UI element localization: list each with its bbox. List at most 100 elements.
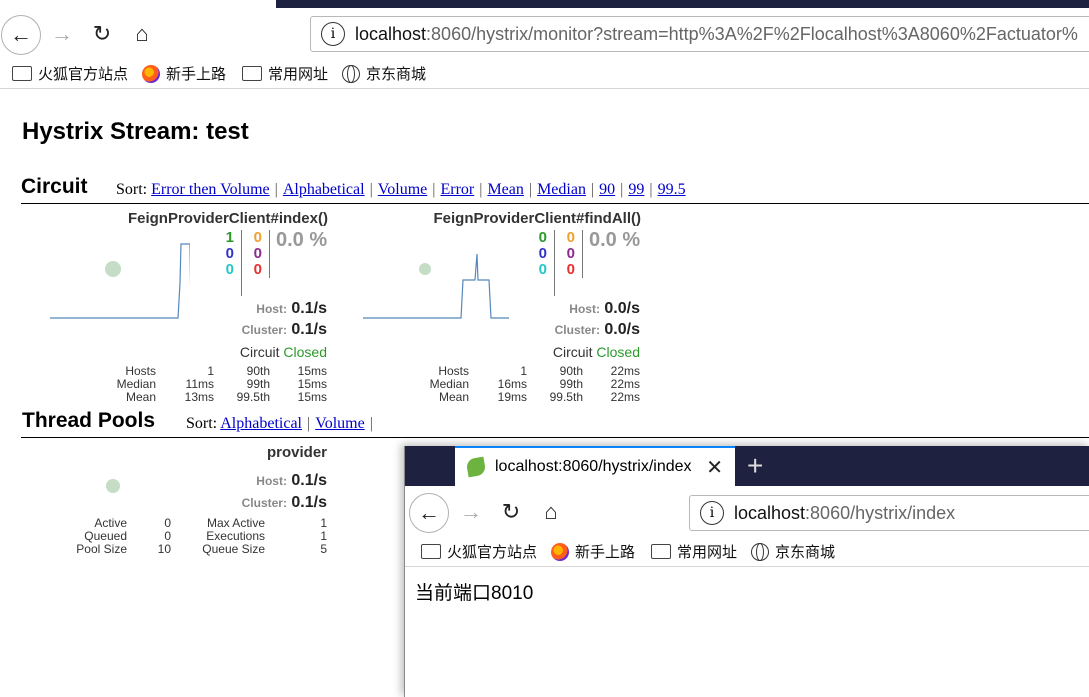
bookmark-common-sites[interactable]: 常用网址: [242, 63, 328, 84]
sort-error[interactable]: Error: [440, 181, 474, 198]
bad-request-count: 0: [538, 261, 547, 278]
reload-icon: ↻: [92, 21, 112, 46]
folder-icon: [12, 66, 32, 81]
threadpool-heading: Thread Pools: [22, 409, 156, 432]
site-info-icon[interactable]: i: [700, 501, 724, 525]
circuit-name: FeignProviderClient#index(): [127, 210, 328, 227]
sort-99-5[interactable]: 99.5: [658, 181, 686, 198]
forward-arrow-icon: →: [51, 21, 73, 46]
forward-arrow-icon: →: [460, 499, 482, 524]
url-bar[interactable]: i localhost:8060/hystrix/monitor?stream=…: [310, 16, 1089, 52]
sort-99[interactable]: 99: [628, 181, 644, 198]
success-count: 0: [538, 229, 547, 246]
tp-host-rate-row: Host: 0.1/s: [256, 472, 327, 489]
threadpool-card-provider: provider Host: 0.1/s Cluster: 0.1/s Acti…: [0, 442, 340, 562]
home-button[interactable]: ⌂: [124, 16, 160, 52]
cluster-rate-row: Cluster: 0.0/s: [554, 321, 640, 338]
bookmark-firefox-site-2[interactable]: 火狐官方站点: [421, 541, 537, 562]
circuit-card-findall: FeignProviderClient#findAll() 0 0 0 0 0 …: [313, 208, 653, 408]
tab-title: localhost:8060/hystrix/index: [495, 458, 692, 475]
firefox-icon: [142, 64, 160, 83]
stats-labels-right: 90th 99th 99.5th: [236, 364, 270, 404]
sort-90[interactable]: 90: [599, 181, 615, 198]
globe-icon: [751, 542, 769, 561]
sort-median[interactable]: Median: [537, 181, 586, 198]
circuit-name: FeignProviderClient#findAll(): [433, 210, 641, 227]
host-rate-row: Host: 0.1/s: [256, 300, 327, 317]
tp-stats-values-left: 0 0 10: [157, 516, 171, 556]
bookmark-getting-started-2[interactable]: 新手上路: [551, 541, 635, 562]
threadpool-health-indicator: [106, 479, 120, 493]
bookmark-firefox-site[interactable]: 火狐官方站点: [12, 63, 128, 84]
circuit-status: Circuit Closed: [552, 344, 640, 360]
rejected-count: 0: [566, 245, 575, 262]
threadpool-name: provider: [266, 444, 327, 461]
tp-stats-labels-right: Max Active Executions Queue Size: [202, 516, 265, 556]
rejected-count: 0: [253, 245, 262, 262]
home-icon: ⌂: [544, 499, 558, 524]
success-count: 1: [225, 229, 234, 246]
cluster-rate-row: Cluster: 0.1/s: [241, 321, 327, 338]
failure-count: 0: [253, 261, 262, 278]
threadpool-sort-bar: Sort: Alphabetical | Volume |: [186, 415, 373, 432]
circuit-state: Closed: [596, 344, 640, 360]
firefox-icon: [551, 542, 569, 561]
timeout-count: 0: [566, 229, 575, 246]
forward-button[interactable]: →: [44, 16, 80, 52]
cluster-rate: 0.0/s: [604, 321, 640, 338]
circuit-status: Circuit Closed: [239, 344, 327, 360]
plus-icon: +: [747, 450, 764, 481]
home-icon: ⌂: [135, 21, 149, 46]
folder-icon: [651, 544, 671, 559]
short-circuited-count: 0: [225, 245, 234, 262]
tp-sort-volume[interactable]: Volume: [315, 415, 364, 432]
error-percentage: 0.0 %: [589, 229, 641, 251]
url-bar-2[interactable]: i localhost:8060/hystrix/index: [689, 495, 1089, 531]
tp-cluster-rate-row: Cluster: 0.1/s: [241, 494, 327, 511]
tp-sort-alphabetical[interactable]: Alphabetical: [220, 415, 302, 432]
folder-icon: [242, 66, 262, 81]
back-button[interactable]: ←: [1, 15, 41, 55]
sort-volume[interactable]: Volume: [378, 181, 427, 198]
url-host: localhost: [355, 23, 427, 44]
reload-button-2[interactable]: ↻: [493, 494, 529, 530]
tp-stats-values-right: 115: [320, 516, 327, 556]
page-title: Hystrix Stream: test: [22, 118, 249, 145]
failure-count: 0: [566, 261, 575, 278]
tab-bar: localhost:8060/hystrix/index ✕ +: [405, 446, 1089, 486]
circuit-sort-bar: Sort: Error then Volume | Alphabetical | Vol…: [116, 181, 686, 198]
bad-request-count: 0: [225, 261, 234, 278]
sort-mean[interactable]: Mean: [487, 181, 523, 198]
reload-button[interactable]: ↻: [84, 16, 120, 52]
stats-values-left: 1 16ms 19ms: [497, 364, 527, 404]
bookmark-common-sites-2[interactable]: 常用网址: [651, 541, 737, 562]
back-arrow-icon: ←: [418, 500, 440, 525]
second-browser-window: localhost:8060/hystrix/index ✕ + ← → ↻ ⌂…: [404, 446, 1089, 697]
tab-hystrix-index[interactable]: localhost:8060/hystrix/index ✕: [455, 446, 735, 486]
stats-labels-right: 90th 99th 99.5th: [549, 364, 583, 404]
host-rate-row: Host: 0.0/s: [569, 300, 640, 317]
stats-labels-left: Hosts Median Mean: [116, 364, 156, 404]
pct-divider: [582, 230, 583, 278]
bookmark-jd[interactable]: 京东商城: [342, 63, 426, 84]
close-tab-icon[interactable]: ✕: [706, 455, 723, 480]
threadpool-divider: [21, 437, 1089, 438]
tp-stats-labels-left: Active Queued Pool Size: [76, 516, 127, 556]
circuit-divider: [21, 203, 1089, 204]
forward-button-2[interactable]: →: [453, 494, 489, 530]
back-button-2[interactable]: ←: [409, 493, 449, 533]
home-button-2[interactable]: ⌂: [533, 494, 569, 530]
circuit-heading: Circuit: [21, 175, 88, 198]
circuit-card-index: FeignProviderClient#index() 1 0 0 0 0 0 …: [0, 208, 340, 408]
browser-toolbar: ← → ↻ ⌂ i localhost:8060/hystrix/monitor…: [0, 8, 1089, 89]
toolbar-2: ← → ↻ ⌂ i localhost:8060/hystrix/index 火…: [405, 486, 1089, 567]
site-info-icon[interactable]: i: [321, 22, 345, 46]
sort-error-then-volume[interactable]: Error then Volume: [151, 181, 270, 198]
host-rate: 0.0/s: [604, 300, 640, 317]
bookmark-jd-2[interactable]: 京东商城: [751, 541, 835, 562]
reload-icon: ↻: [501, 499, 521, 524]
sort-alphabetical[interactable]: Alphabetical: [283, 181, 365, 198]
bookmark-getting-started[interactable]: 新手上路: [142, 63, 226, 84]
stats-labels-left: Hosts Median Mean: [429, 364, 469, 404]
new-tab-button[interactable]: +: [747, 450, 763, 482]
